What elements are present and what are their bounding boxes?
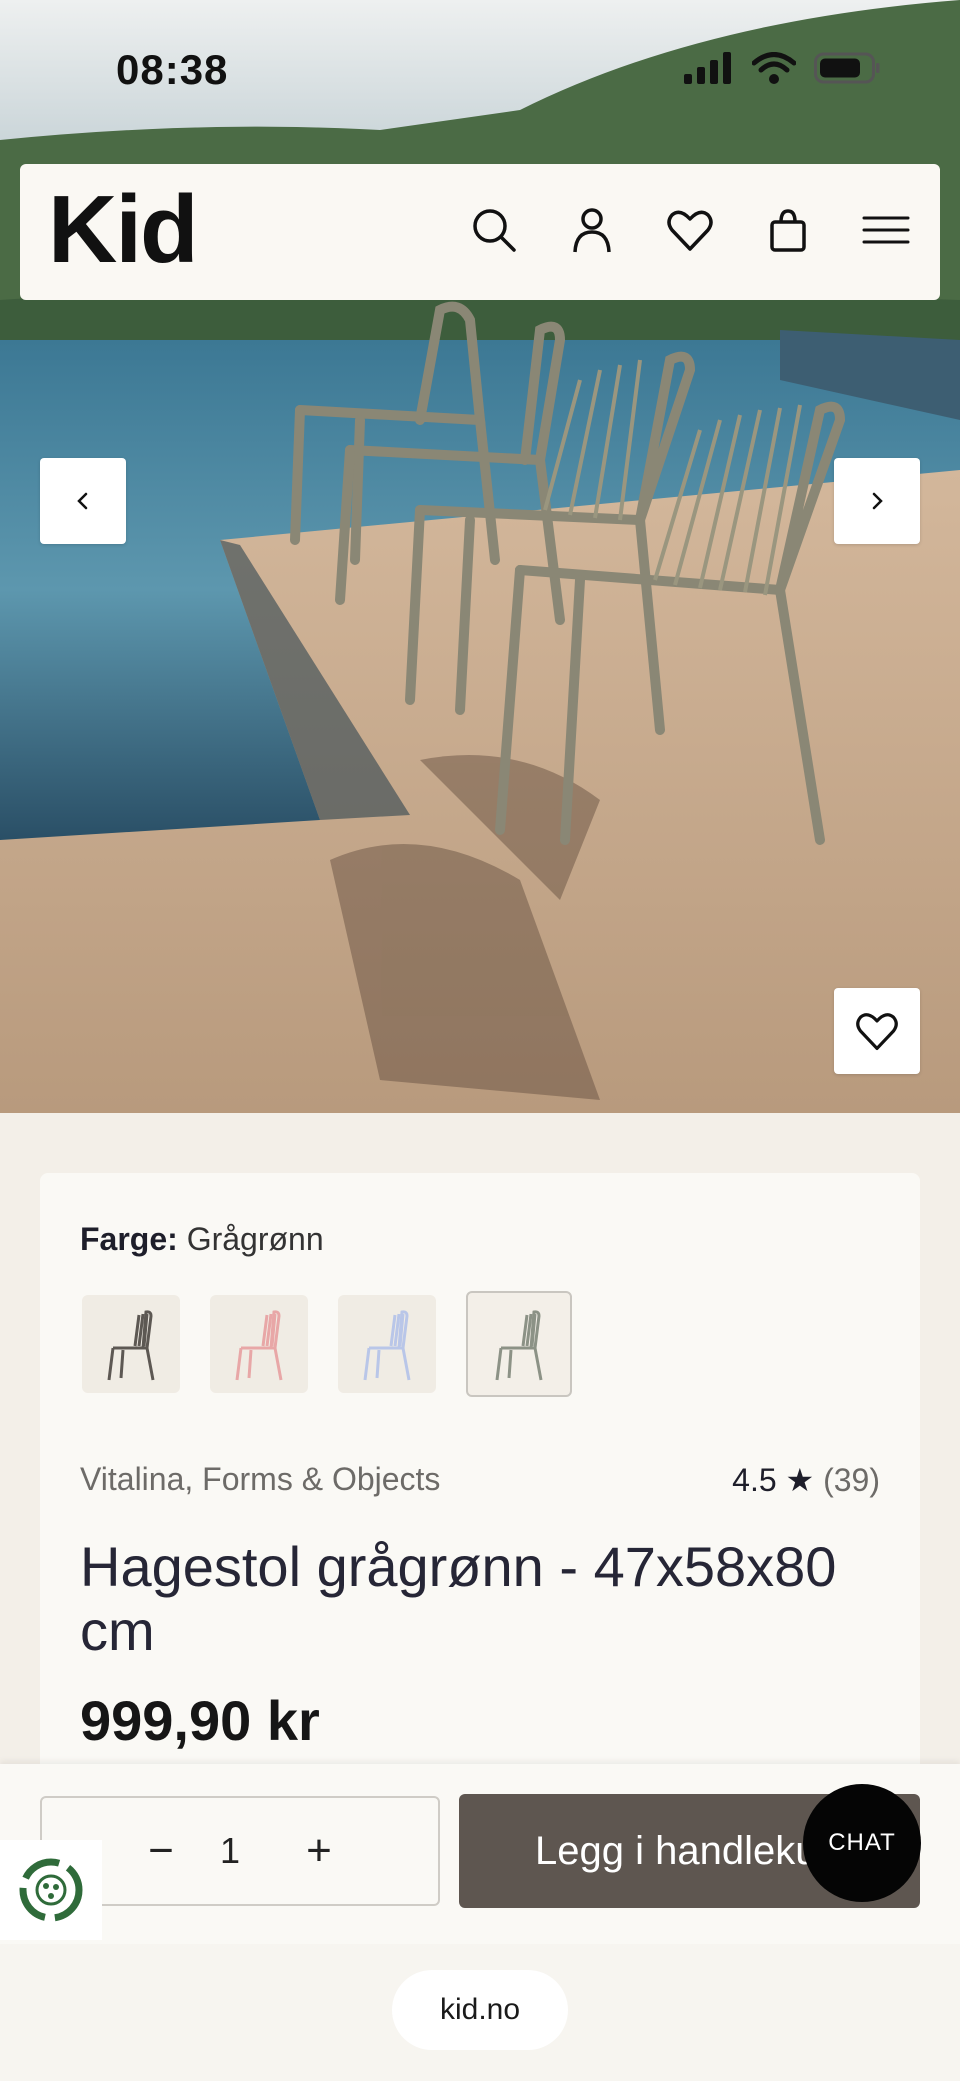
color-label: Farge: (80, 1221, 178, 1257)
battery-icon (814, 52, 880, 84)
decrease-quantity-button[interactable]: − (136, 1798, 186, 1904)
chat-button[interactable]: CHAT (803, 1784, 921, 1902)
quantity-value: 1 (219, 1830, 241, 1871)
search-icon[interactable] (470, 206, 518, 254)
header-actions (470, 206, 910, 254)
wifi-icon (752, 52, 796, 84)
chair-icon (363, 1310, 411, 1381)
product-brand[interactable]: Vitalina, Forms & Objects (80, 1461, 440, 1498)
status-time: 08:38 (116, 46, 229, 93)
chair-icon (107, 1310, 155, 1381)
sustainability-badge[interactable] (0, 1840, 102, 1940)
kid-logo[interactable]: Kid (48, 182, 199, 278)
menu-icon[interactable] (862, 206, 910, 254)
previous-image-button[interactable] (40, 458, 126, 544)
product-info-card: Farge: Grågrønn Vitalina, Forms & Object… (40, 1173, 920, 1793)
color-value: Grågrønn (186, 1221, 324, 1257)
url-text: kid.no (439, 1993, 521, 2026)
bag-icon[interactable] (764, 206, 812, 254)
swatch-dark-grey[interactable] (82, 1295, 180, 1393)
color-selection-label: Farge: Grågrønn (80, 1221, 324, 1258)
chevron-left-icon (77, 492, 88, 510)
chair-icon (235, 1310, 283, 1381)
product-rating[interactable]: 4.5 ★ (39) (732, 1461, 880, 1499)
signal-icon (684, 52, 731, 84)
product-title: Hagestol grågrønn - 47x58x80 cm (80, 1535, 837, 1662)
rating-count: (39) (823, 1462, 880, 1498)
increase-quantity-button[interactable]: + (294, 1798, 344, 1904)
swatch-light-blue[interactable] (338, 1295, 436, 1393)
swatch-pink[interactable] (210, 1295, 308, 1393)
next-image-button[interactable] (834, 458, 920, 544)
chevron-right-icon (872, 492, 883, 510)
rating-value: 4.5 (732, 1462, 777, 1498)
status-icons (684, 52, 880, 84)
star-icon: ★ (785, 1462, 815, 1498)
color-swatches (82, 1291, 572, 1397)
url-bar[interactable]: kid.no (392, 1970, 568, 2050)
site-header: Kid (20, 164, 940, 300)
product-price: 999,90 kr (80, 1689, 320, 1752)
swatch-grey-green[interactable] (466, 1291, 572, 1397)
add-to-favorites-button[interactable] (834, 988, 920, 1074)
chat-label: CHAT (828, 1829, 896, 1856)
account-icon[interactable] (568, 206, 616, 254)
recycle-badge-icon (19, 1858, 83, 1922)
wishlist-icon[interactable] (666, 206, 714, 254)
chair-icon (495, 1310, 543, 1381)
browser-bottom-bar: kid.no (0, 1944, 960, 2081)
heart-icon (856, 1013, 898, 1051)
